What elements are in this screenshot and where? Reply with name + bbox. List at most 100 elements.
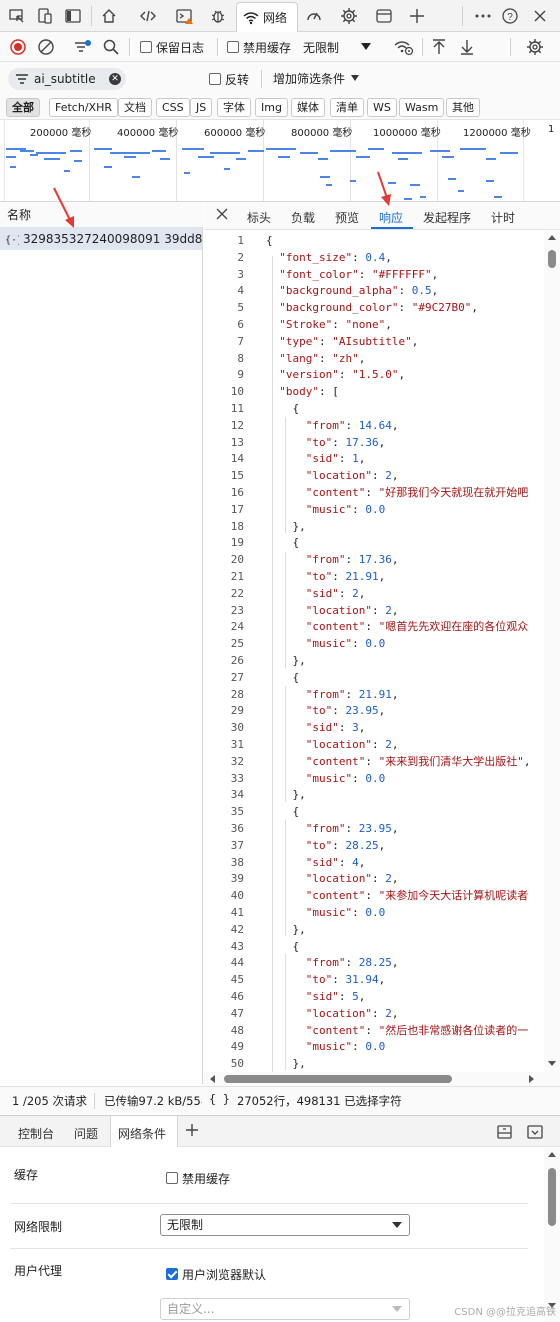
filter-settings-icon[interactable] [73, 37, 93, 57]
network-throttle-select[interactable]: 无限制 [160, 1214, 410, 1236]
type-media-button[interactable]: 媒体 [291, 98, 325, 117]
drawer-tab-network-conditions[interactable]: 网络条件 [118, 1125, 166, 1142]
code-line[interactable]: 24 "content": "嗯首先先欢迎在座的各位观众 [204, 619, 544, 636]
dock-drawer-icon[interactable] [496, 1124, 514, 1140]
code-line[interactable]: 19 { [204, 535, 544, 552]
scroll-thumb[interactable] [548, 1168, 556, 1226]
code-line[interactable]: 11 { [204, 401, 544, 418]
throttle-dropdown[interactable]: 无限制 [303, 37, 372, 57]
code-line[interactable]: 17 "music": 0.0 [204, 502, 544, 519]
tab-response[interactable]: 响应 [379, 209, 403, 226]
network-conditions-icon[interactable] [394, 37, 414, 57]
code-line[interactable]: 9 "version": "1.5.0", [204, 367, 544, 384]
code-line[interactable]: 28 "from": 21.91, [204, 687, 544, 704]
scroll-up-arrow-icon[interactable] [544, 1148, 560, 1160]
type-css-button[interactable]: CSS [156, 98, 190, 117]
response-horizontal-scrollbar[interactable] [204, 1072, 560, 1086]
tab-preview[interactable]: 预览 [335, 209, 359, 226]
use-browser-default-checkbox[interactable]: 用户浏览器默认 [166, 1264, 266, 1284]
welcome-home-icon[interactable] [98, 5, 120, 27]
code-line[interactable]: 25 "music": 0.0 [204, 636, 544, 653]
code-line[interactable]: 34 }, [204, 787, 544, 804]
request-row[interactable]: {·} 329835327240098091 39dd8ad... [0, 228, 202, 250]
code-line[interactable]: 14 "sid": 1, [204, 451, 544, 468]
close-detail-icon[interactable] [216, 208, 228, 220]
type-all-button[interactable]: 全部 [6, 98, 40, 117]
scroll-up-arrow-icon[interactable] [544, 231, 560, 243]
elements-code-icon[interactable] [137, 5, 159, 27]
code-line[interactable]: 38 "sid": 4, [204, 855, 544, 872]
record-stop-icon[interactable] [9, 37, 27, 57]
code-line[interactable]: 27 { [204, 670, 544, 687]
scroll-thumb[interactable] [224, 1075, 452, 1083]
checkbox-box[interactable] [140, 41, 152, 53]
drawer-tab-console[interactable]: 控制台 [18, 1125, 54, 1142]
scroll-right-arrow-icon[interactable] [526, 1073, 536, 1085]
help-icon[interactable]: ? [499, 5, 521, 27]
checkbox-box[interactable] [227, 41, 239, 53]
code-line[interactable]: 18 }, [204, 519, 544, 536]
drawer-scrollbar[interactable] [544, 1148, 560, 1322]
code-line[interactable]: 50 }, [204, 1056, 544, 1072]
clear-filter-icon[interactable]: ✕ [109, 73, 121, 85]
dock-side-icon[interactable] [62, 5, 84, 27]
code-line[interactable]: 29 "to": 23.95, [204, 703, 544, 720]
code-line[interactable]: 7 "type": "AIsubtitle", [204, 334, 544, 351]
console-icon[interactable] [174, 5, 196, 27]
type-wasm-button[interactable]: Wasm [399, 98, 445, 117]
code-line[interactable]: 26 }, [204, 653, 544, 670]
device-emulation-icon[interactable] [34, 5, 56, 27]
code-line[interactable]: 8 "lang": "zh", [204, 351, 544, 368]
code-line[interactable]: 22 "sid": 2, [204, 586, 544, 603]
type-js-button[interactable]: JS [190, 98, 213, 117]
checkbox-box-checked[interactable] [166, 1268, 178, 1280]
code-line[interactable]: 35 { [204, 804, 544, 821]
code-line[interactable]: 31 "location": 2, [204, 737, 544, 754]
pretty-print-icon[interactable]: { } [209, 1092, 230, 1106]
code-line[interactable]: 43 { [204, 939, 544, 956]
column-header-name[interactable]: 名称 [0, 202, 203, 228]
code-line[interactable]: 36 "from": 23.95, [204, 821, 544, 838]
close-drawer-icon[interactable] [526, 1124, 544, 1140]
type-document-button[interactable]: 文档 [118, 98, 152, 117]
code-line[interactable]: 40 "content": "来参加今天大话计算机呢读者 [204, 888, 544, 905]
code-line[interactable]: 47 "location": 2, [204, 1006, 544, 1023]
scroll-down-arrow-icon[interactable] [544, 1058, 560, 1070]
code-line[interactable]: 44 "from": 28.25, [204, 955, 544, 972]
code-line[interactable]: 30 "sid": 3, [204, 720, 544, 737]
type-ws-button[interactable]: WS [367, 98, 397, 117]
settings-gear-icon[interactable] [338, 5, 360, 27]
preserve-log-checkbox[interactable]: 保留日志 [140, 37, 204, 57]
tab-network[interactable]: 网络 [236, 2, 298, 32]
more-filters-dropdown[interactable]: 增加筛选条件 [273, 68, 360, 88]
tab-payload[interactable]: 负载 [291, 209, 315, 226]
tab-initiator[interactable]: 发起程序 [423, 209, 471, 226]
network-settings-gear-icon[interactable] [526, 37, 544, 57]
code-line[interactable]: 4 "background_alpha": 0.5, [204, 283, 544, 300]
close-devtools-icon[interactable] [529, 5, 551, 27]
drawer-disable-cache-checkbox[interactable]: 禁用缓存 [166, 1168, 230, 1188]
code-line[interactable]: 12 "from": 14.64, [204, 418, 544, 435]
filter-input[interactable]: ai_subtitle ✕ [8, 68, 126, 90]
type-fetch-xhr-button[interactable]: Fetch/XHR [49, 98, 118, 117]
code-line[interactable]: 42 }, [204, 922, 544, 939]
add-tool-plus-icon[interactable] [406, 5, 428, 27]
response-vertical-scrollbar[interactable] [544, 231, 560, 1072]
code-line[interactable]: 39 "location": 2, [204, 871, 544, 888]
code-line[interactable]: 10 "body": [ [204, 384, 544, 401]
code-line[interactable]: 2 "font_size": 0.4, [204, 250, 544, 267]
code-line[interactable]: 49 "music": 0.0 [204, 1039, 544, 1056]
code-line[interactable]: 16 "content": "好那我们今天就现在就开始吧 [204, 485, 544, 502]
code-line[interactable]: 46 "sid": 5, [204, 989, 544, 1006]
network-overview-timeline[interactable]: 200000 毫秒 400000 毫秒 600000 毫秒 800000 毫秒 … [0, 120, 560, 202]
type-font-button[interactable]: 字体 [217, 98, 251, 117]
inspect-element-icon[interactable] [6, 5, 28, 27]
code-line[interactable]: 48 "content": "然后也非常感谢各位读者的一 [204, 1023, 544, 1040]
code-line[interactable]: 1{ [204, 233, 544, 250]
code-line[interactable]: 41 "music": 0.0 [204, 905, 544, 922]
sources-bug-icon[interactable] [207, 5, 229, 27]
application-window-icon[interactable] [373, 5, 395, 27]
code-line[interactable]: 6 "Stroke": "none", [204, 317, 544, 334]
invert-checkbox[interactable]: 反转 [209, 69, 249, 89]
drawer-tab-issues[interactable]: 问题 [74, 1125, 98, 1142]
